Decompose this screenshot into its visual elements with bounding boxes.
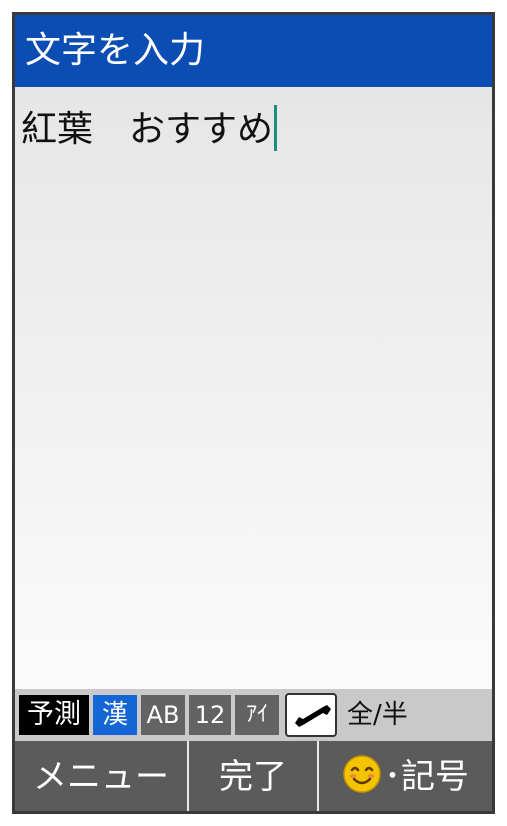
entered-text: 紅葉 おすすめ [21,109,274,150]
alphabet-mode-indicator[interactable]: AB [141,695,185,735]
softkey-bar: メニュー 完了 ･記号 [15,741,492,811]
text-editor[interactable]: 紅葉 おすすめ [15,87,492,689]
predictive-mode-indicator[interactable]: 予測 [19,695,89,735]
katakana-mode-indicator[interactable]: ｱｲ [235,695,279,735]
text-input-screen: 文字を入力 紅葉 おすすめ 予測 漢 AB 12 ｱｲ 全/半 メニュー 完了 [12,12,495,814]
emoji-symbol-softkey[interactable]: ･記号 [319,741,492,811]
screen-title: 文字を入力 [15,15,492,87]
menu-softkey[interactable]: メニュー [15,741,187,811]
text-caret [274,105,278,151]
done-softkey[interactable]: 完了 [189,741,317,811]
symbol-softkey-label: ･記号 [384,757,469,797]
kanji-mode-indicator[interactable]: 漢 [93,695,137,735]
handset-glyph [295,705,331,727]
handset-icon[interactable] [285,693,337,737]
width-toggle-label[interactable]: 全/半 [347,695,408,735]
numeric-mode-indicator[interactable]: 12 [189,695,231,735]
text-editor-content: 紅葉 おすすめ [21,105,278,154]
input-mode-bar: 予測 漢 AB 12 ｱｲ 全/半 [15,689,492,741]
smiley-emoji-icon [343,755,381,793]
